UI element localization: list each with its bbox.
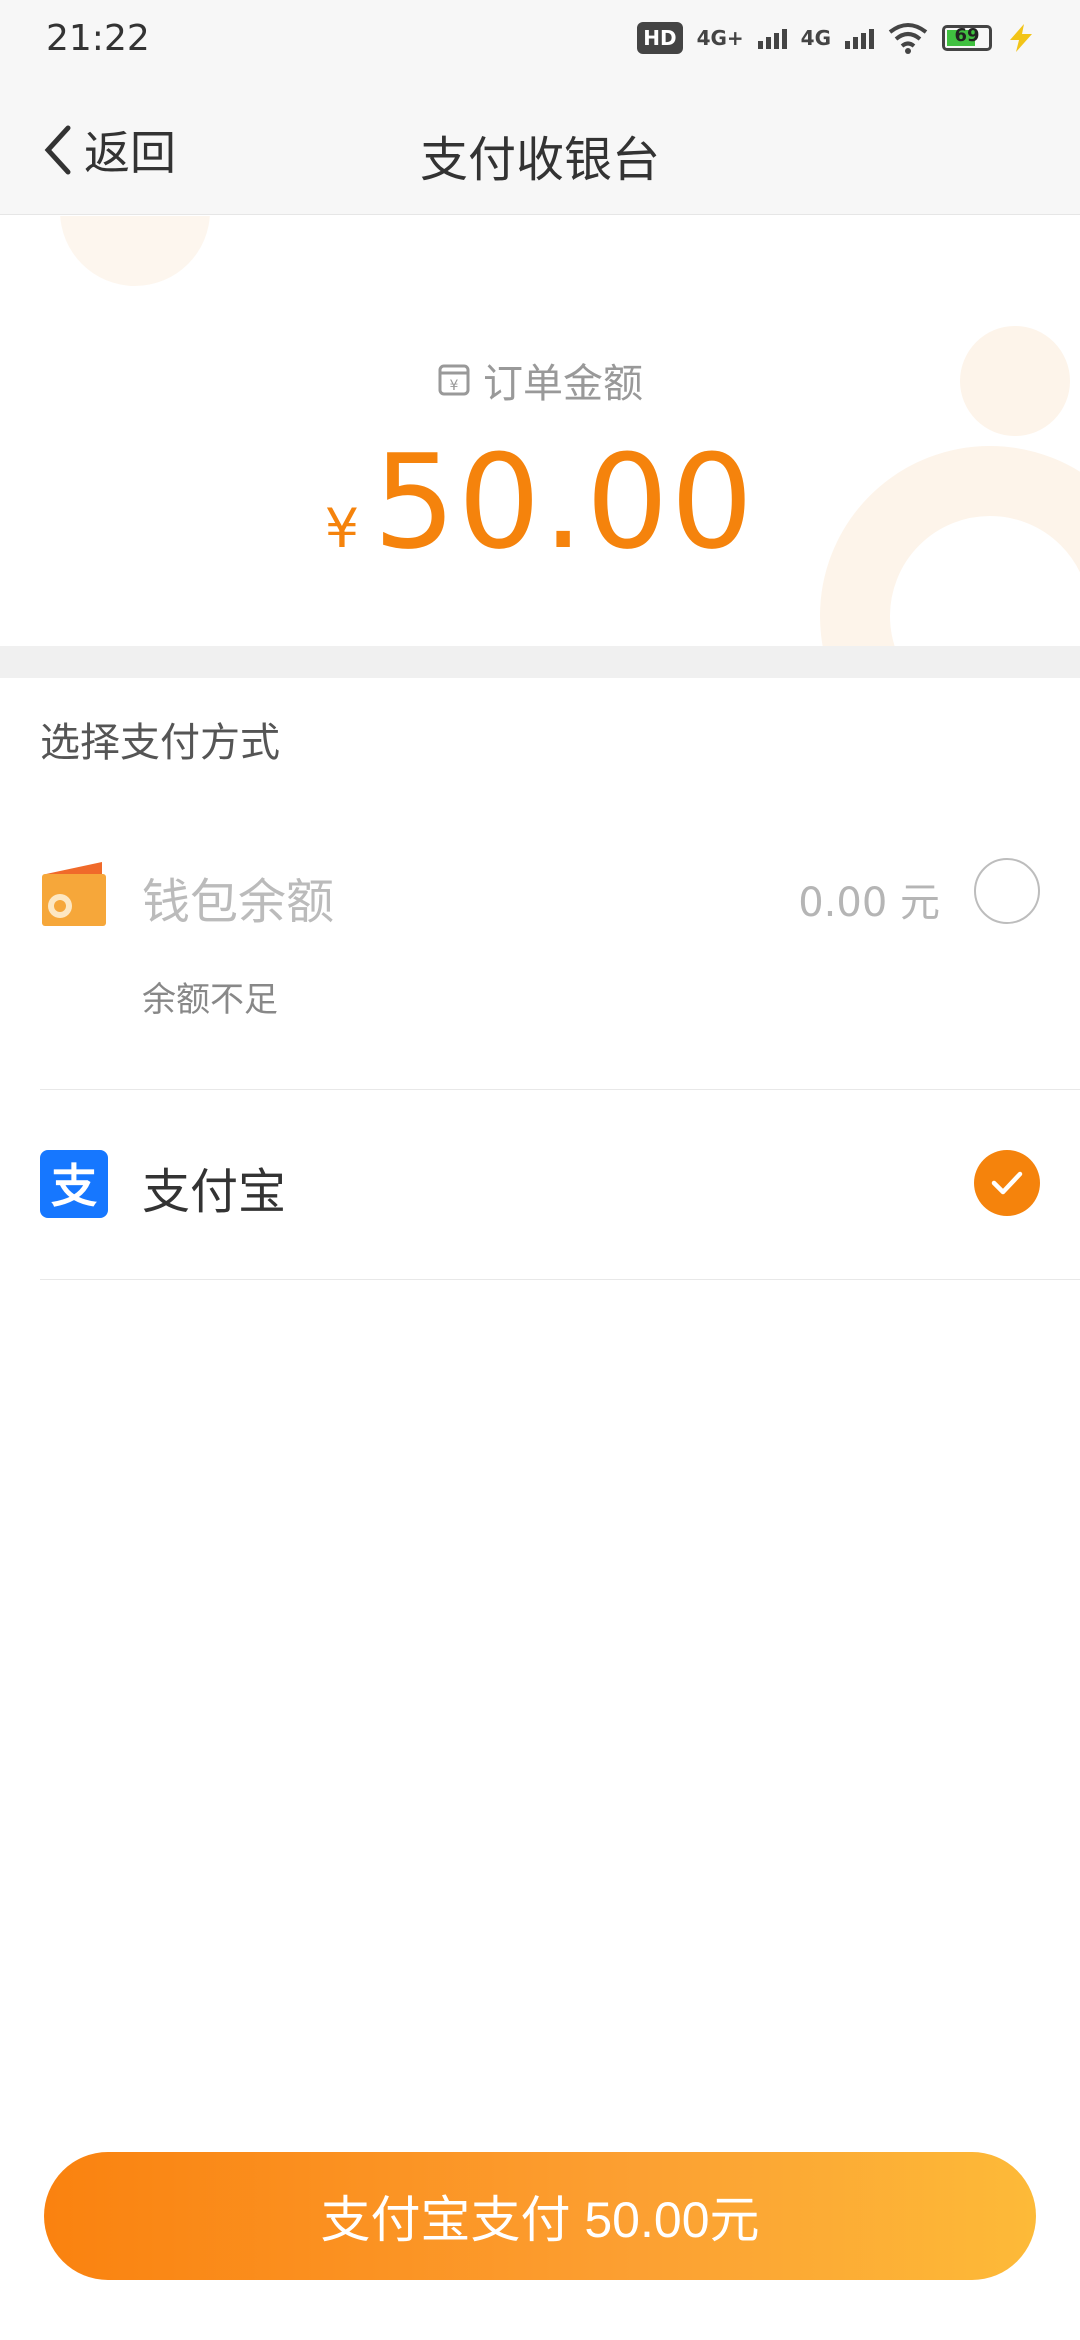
charging-icon <box>1010 24 1032 52</box>
payment-method-alipay[interactable]: 支 支付宝 <box>0 1090 1080 1280</box>
signal-icon <box>757 27 787 49</box>
alipay-icon: 支 <box>40 1150 108 1218</box>
currency-symbol: ¥ <box>324 497 360 560</box>
status-bar: 21:22 HD 4G+ 4G 69 <box>0 0 1080 80</box>
amount-value: 50.00 <box>373 426 756 578</box>
status-time: 21:22 <box>46 18 150 59</box>
order-label-row: ¥ 订单金额 <box>0 351 1080 409</box>
wifi-icon <box>888 23 928 54</box>
battery-level: 69 <box>954 25 980 46</box>
wallet-radio[interactable] <box>974 858 1040 924</box>
alipay-method-name: 支付宝 <box>142 1164 287 1220</box>
payment-method-wallet: 钱包余额 0.00 元 余额不足 <box>0 830 1080 1090</box>
network-4g-label: 4G <box>800 26 831 50</box>
wallet-balance: 0.00 元 <box>798 880 940 926</box>
order-amount: ¥ 50.00 <box>0 426 1080 578</box>
insufficient-balance-note: 余额不足 <box>142 980 278 1020</box>
payment-section-title: 选择支付方式 <box>40 720 280 766</box>
wallet-icon <box>42 862 106 926</box>
battery-icon: 69 <box>942 25 992 51</box>
row-divider <box>40 1279 1080 1280</box>
checkmark-icon <box>991 1171 1023 1195</box>
status-icons: HD 4G+ 4G 69 <box>637 22 1036 54</box>
signal-icon-2 <box>845 27 874 49</box>
receipt-icon: ¥ <box>438 364 470 396</box>
order-amount-panel: ¥ 订单金额 ¥ 50.00 <box>0 216 1080 646</box>
hd-icon: HD <box>637 22 683 54</box>
alipay-radio-selected[interactable] <box>974 1150 1040 1216</box>
order-amount-label: 订单金额 <box>483 361 643 407</box>
section-divider <box>0 646 1080 678</box>
decorative-circle <box>60 216 210 286</box>
svg-text:支: 支 <box>51 1159 97 1213</box>
svg-text:¥: ¥ <box>450 378 459 394</box>
app-header: 返回 支付收银台 <box>0 80 1080 215</box>
network-4g-plus-label: 4G+ <box>696 26 744 50</box>
pay-button[interactable]: 支付宝支付 50.00元 <box>44 2152 1036 2280</box>
wallet-method-name: 钱包余额 <box>142 874 335 930</box>
page-title: 支付收银台 <box>419 132 660 188</box>
